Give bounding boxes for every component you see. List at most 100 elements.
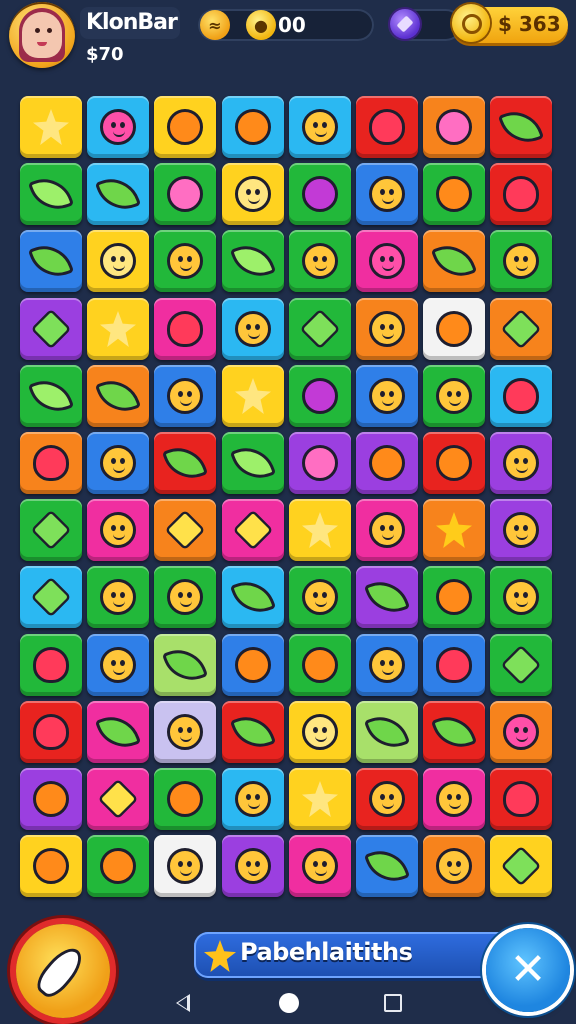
tile-face[interactable]: [356, 768, 418, 830]
tile-face[interactable]: [154, 701, 216, 763]
tile-fruit[interactable]: [423, 298, 485, 360]
tile-fruit[interactable]: [222, 96, 284, 158]
tile-heart[interactable]: [423, 634, 485, 696]
tile-flower[interactable]: [289, 163, 351, 225]
tile-diamond[interactable]: [490, 298, 552, 360]
tile-face[interactable]: [87, 499, 149, 561]
tile-leaf[interactable]: [423, 701, 485, 763]
tile-face[interactable]: [423, 768, 485, 830]
tile-leaf[interactable]: [356, 835, 418, 897]
tile-face[interactable]: [356, 298, 418, 360]
tile-leaf[interactable]: [222, 230, 284, 292]
tile-leaf[interactable]: [423, 230, 485, 292]
home-icon[interactable]: [279, 993, 299, 1013]
tile-donut[interactable]: [154, 163, 216, 225]
tile-key[interactable]: [222, 499, 284, 561]
tile-star[interactable]: [289, 499, 351, 561]
tile-heart[interactable]: [20, 432, 82, 494]
tile-fruit[interactable]: [423, 432, 485, 494]
tile-fruit[interactable]: [423, 566, 485, 628]
tile-face[interactable]: [154, 566, 216, 628]
tile-face[interactable]: [87, 634, 149, 696]
tile-leaf[interactable]: [20, 365, 82, 427]
tile-bird[interactable]: [490, 701, 552, 763]
tile-star[interactable]: [222, 365, 284, 427]
tile-face[interactable]: [289, 96, 351, 158]
tile-bird[interactable]: [87, 96, 149, 158]
tile-face[interactable]: [222, 835, 284, 897]
tile-diamond[interactable]: [490, 634, 552, 696]
tile-fruit[interactable]: [87, 835, 149, 897]
tile-leaf[interactable]: [87, 163, 149, 225]
tile-face[interactable]: [490, 566, 552, 628]
tile-heart[interactable]: [490, 768, 552, 830]
tile-face[interactable]: [154, 835, 216, 897]
tile-face[interactable]: [356, 499, 418, 561]
tile-face[interactable]: [87, 566, 149, 628]
tile-fruit[interactable]: [154, 96, 216, 158]
tile-donut[interactable]: [423, 96, 485, 158]
tile-face[interactable]: [154, 230, 216, 292]
tile-leaf[interactable]: [222, 566, 284, 628]
tile-face[interactable]: [222, 768, 284, 830]
tile-leaf[interactable]: [154, 634, 216, 696]
tile-leaf[interactable]: [356, 566, 418, 628]
tile-face[interactable]: [154, 365, 216, 427]
tile-diamond[interactable]: [20, 499, 82, 561]
tile-face[interactable]: [289, 230, 351, 292]
tile-face[interactable]: [356, 365, 418, 427]
tile-leaf[interactable]: [222, 432, 284, 494]
tile-diamond[interactable]: [20, 298, 82, 360]
tile-face[interactable]: [490, 432, 552, 494]
tile-leaf[interactable]: [87, 365, 149, 427]
tile-star[interactable]: [289, 768, 351, 830]
tile-diamond[interactable]: [490, 835, 552, 897]
tile-leaf[interactable]: [20, 163, 82, 225]
tile-heart[interactable]: [154, 298, 216, 360]
tile-leaf[interactable]: [20, 230, 82, 292]
tile-key[interactable]: [154, 499, 216, 561]
player-avatar[interactable]: [9, 2, 75, 68]
tile-heart[interactable]: [20, 634, 82, 696]
tile-face[interactable]: [289, 835, 351, 897]
tile-star[interactable]: [423, 499, 485, 561]
tile-heart[interactable]: [356, 96, 418, 158]
tile-fruit[interactable]: [423, 163, 485, 225]
tile-heart[interactable]: [490, 365, 552, 427]
tile-fruit[interactable]: [356, 432, 418, 494]
tile-key[interactable]: [87, 768, 149, 830]
tile-face[interactable]: [423, 365, 485, 427]
tile-fruit[interactable]: [20, 835, 82, 897]
tile-diamond[interactable]: [289, 298, 351, 360]
tile-face[interactable]: [222, 298, 284, 360]
tile-face[interactable]: [490, 499, 552, 561]
tile-donut[interactable]: [289, 432, 351, 494]
tile-fruit[interactable]: [20, 768, 82, 830]
tile-face[interactable]: [490, 230, 552, 292]
tile-heart[interactable]: [490, 163, 552, 225]
tile-fruit[interactable]: [222, 634, 284, 696]
tile-leaf[interactable]: [222, 701, 284, 763]
tile-leaf[interactable]: [356, 701, 418, 763]
tile-leaf[interactable]: [154, 432, 216, 494]
tile-fruit[interactable]: [154, 768, 216, 830]
tile-face[interactable]: [356, 163, 418, 225]
tile-heart[interactable]: [20, 701, 82, 763]
tile-fruit[interactable]: [289, 634, 351, 696]
tile-leaf[interactable]: [87, 701, 149, 763]
recents-icon[interactable]: [384, 994, 402, 1012]
tile-star[interactable]: [87, 298, 149, 360]
tile-face[interactable]: [87, 230, 149, 292]
back-icon[interactable]: [176, 994, 190, 1012]
tile-face[interactable]: [423, 835, 485, 897]
tile-face[interactable]: [87, 432, 149, 494]
tile-flower[interactable]: [289, 365, 351, 427]
tile-face[interactable]: [289, 701, 351, 763]
tile-bird[interactable]: [356, 230, 418, 292]
tile-star[interactable]: [20, 96, 82, 158]
tile-face[interactable]: [222, 163, 284, 225]
tile-face[interactable]: [356, 634, 418, 696]
tile-diamond[interactable]: [20, 566, 82, 628]
tile-face[interactable]: [289, 566, 351, 628]
tile-leaf[interactable]: [490, 96, 552, 158]
